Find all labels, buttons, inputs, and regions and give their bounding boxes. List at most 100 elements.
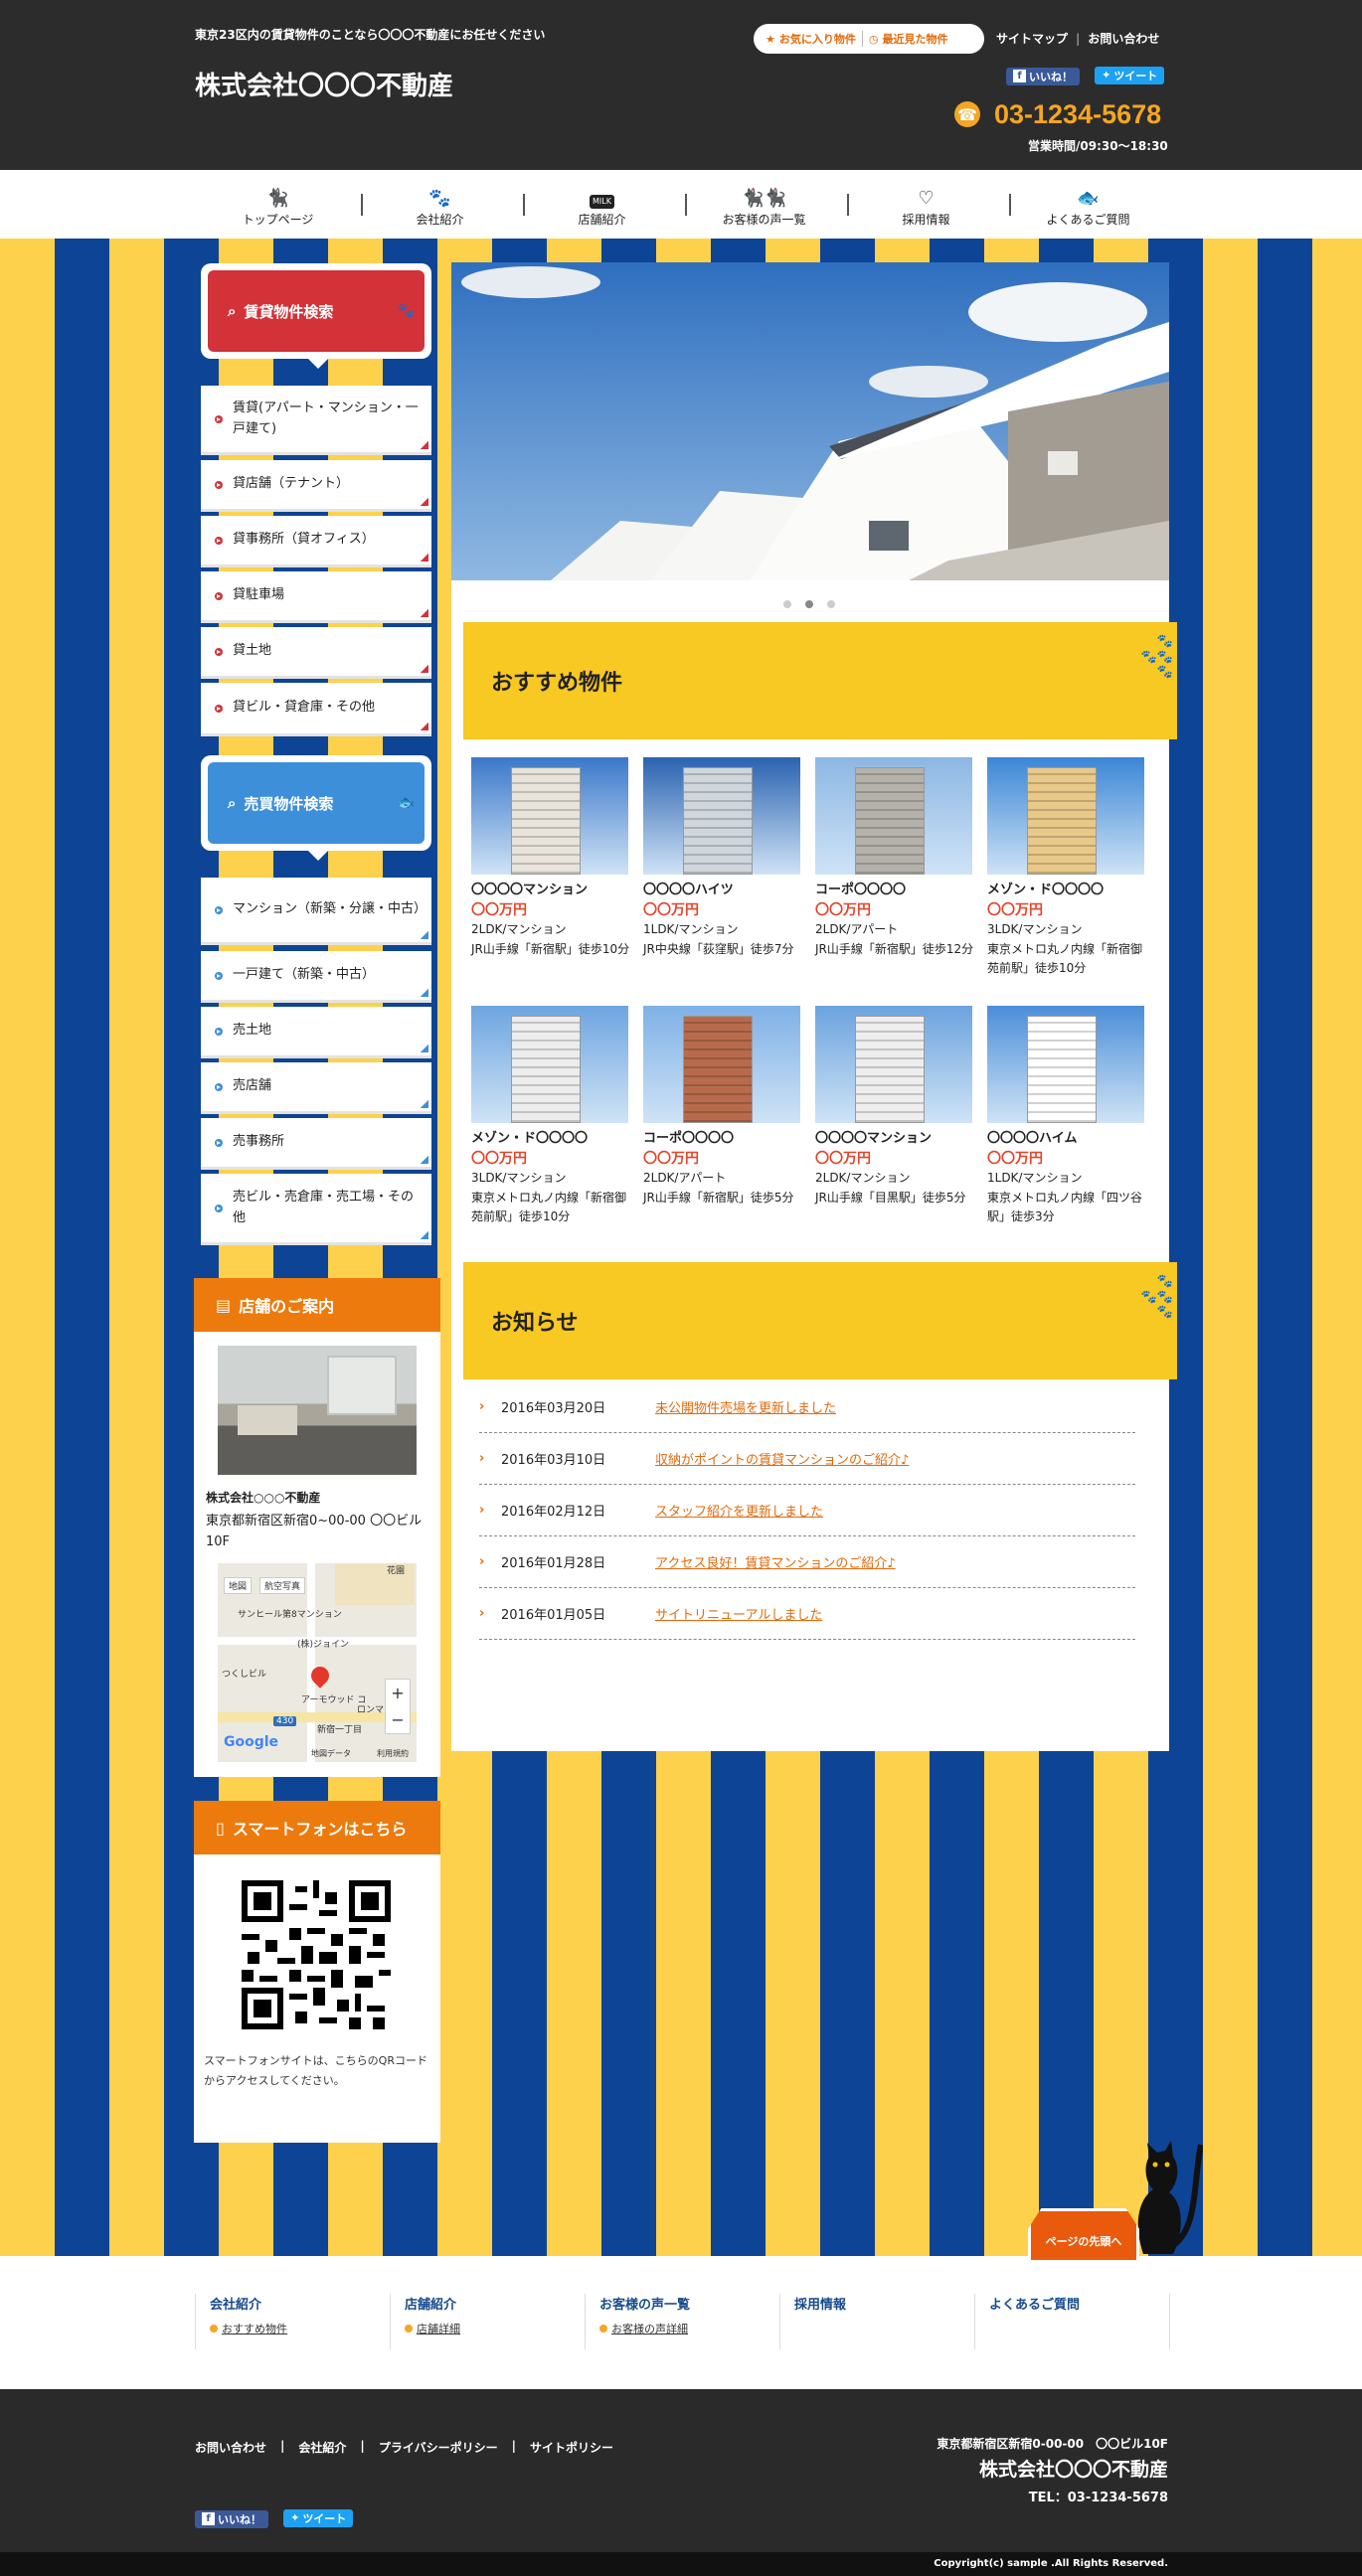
site-logo-title[interactable]: 株式会社〇〇〇不動産	[195, 66, 453, 102]
store-map[interactable]: 地図 航空写真 サンヒール第8マンション (株)ジョイン つくしビル アーモウッ…	[218, 1562, 417, 1762]
facebook-like-button[interactable]: f いいね！	[1006, 67, 1080, 85]
slider-dot-active[interactable]	[805, 600, 813, 608]
property-name[interactable]: コーポ〇〇〇〇	[643, 1129, 802, 1150]
property-name[interactable]: メゾン・ド〇〇〇〇	[987, 881, 1146, 901]
news-title-link[interactable]: 収納がポイントの賃貸マンションのご紹介♪	[655, 1449, 909, 1468]
property-card[interactable]: コーポ〇〇〇〇 〇〇万円 2LDK/アパート JR山手線「新宿駅」徒歩5分	[643, 1006, 802, 1208]
footer-nav-title[interactable]: お客様の声一覧	[599, 2294, 779, 2313]
property-photo[interactable]	[471, 1006, 628, 1123]
search-icon: ⌕	[228, 794, 237, 812]
rent-menu-item[interactable]: 貸事務所（貸オフィス）	[201, 516, 431, 567]
zoom-controls[interactable]: + −	[385, 1678, 411, 1734]
rent-menu-item[interactable]: 賃貸(アパート・マンション・一戸建て)	[201, 386, 431, 455]
nav-item-recruit[interactable]: ♡ 採用情報	[845, 176, 1007, 239]
store-info-box: ▤ 店舗のご案内 株式会社○○○不動産 東京都新宿区新宿0~00-00 〇〇ビル1…	[194, 1278, 440, 1777]
zoom-out-icon[interactable]: −	[386, 1706, 410, 1733]
property-name[interactable]: コーポ〇〇〇〇	[815, 881, 974, 901]
corner-mark-icon	[421, 1045, 428, 1052]
contact-link[interactable]: お問い合わせ	[1088, 32, 1159, 46]
news-title-link[interactable]: アクセス良好！賃貸マンションのご紹介♪	[655, 1552, 896, 1571]
property-card[interactable]: 〇〇〇〇ハイム 〇〇万円 1LDK/マンション 東京メトロ丸ノ内線「四ツ谷駅」徒歩3分	[987, 1006, 1146, 1226]
nav-item-faq[interactable]: 🐟 よくあるご質問	[1007, 176, 1169, 239]
fish-icon: 🐟	[397, 795, 415, 811]
chevron-right-icon: ›	[479, 1554, 485, 1569]
map-type-map[interactable]: 地図	[224, 1576, 253, 1594]
sale-menu-item[interactable]: 一戸建て（新築・中古）	[201, 951, 431, 1003]
page-top-button[interactable]: ページの先頭へ	[1028, 2208, 1139, 2260]
property-name[interactable]: 〇〇〇〇ハイツ	[643, 881, 802, 901]
property-photo[interactable]	[815, 1006, 972, 1123]
property-type: 1LDK/マンション	[987, 1171, 1083, 1186]
property-card[interactable]: 〇〇〇〇ハイツ 〇〇万円 1LDK/マンション JR中央線「荻窪駅」徒歩7分	[643, 757, 802, 959]
sale-menu-item[interactable]: 売店舗	[201, 1062, 431, 1114]
hero-slider[interactable]	[451, 262, 1169, 580]
heart-icon: ♡	[918, 188, 935, 209]
property-name[interactable]: 〇〇〇〇マンション	[471, 881, 630, 901]
property-photo[interactable]	[643, 757, 800, 875]
footer-nav-sublink[interactable]: お客様の声詳細	[599, 2321, 779, 2336]
property-photo[interactable]	[987, 1006, 1144, 1123]
property-photo[interactable]	[987, 757, 1144, 875]
property-card[interactable]: 〇〇〇〇マンション 〇〇万円 2LDK/マンション JR山手線「目黒駅」徒歩5分	[815, 1006, 974, 1208]
slider-dot[interactable]	[827, 600, 835, 608]
property-card[interactable]: コーポ〇〇〇〇 〇〇万円 2LDK/アパート JR山手線「新宿駅」徒歩12分	[815, 757, 974, 959]
tweet-button[interactable]: ✦ ツイート	[283, 2508, 354, 2527]
news-title-link[interactable]: サイトリニューアルしました	[655, 1604, 822, 1623]
star-icon: ★	[766, 32, 775, 46]
footer-nav-title[interactable]: 会社紹介	[210, 2294, 390, 2313]
facebook-like-button[interactable]: f いいね！	[195, 2509, 268, 2528]
main-content: おすすめ物件 🐾 🐾🐾 🐾 〇〇〇〇マンション 〇〇万円 2LDK/マンション JR山手線…	[451, 262, 1177, 1751]
map-terms-link[interactable]: 利用規約	[377, 1748, 409, 1759]
footer-nav-sublink[interactable]: おすすめ物件	[210, 2321, 390, 2336]
footer-link[interactable]: お問い合わせ	[195, 2439, 266, 2456]
sitemap-link[interactable]: サイトマップ	[996, 32, 1068, 46]
nav-item-voices[interactable]: 🐈‍⬛🐈‍⬛ お客様の声一覧	[683, 176, 845, 239]
favorites-link[interactable]: ★ お気に入り物件	[766, 31, 856, 47]
zoom-in-icon[interactable]: +	[386, 1680, 410, 1706]
arrow-bullet-icon	[215, 704, 223, 713]
slider-dot[interactable]	[783, 600, 791, 608]
map-type-satellite[interactable]: 航空写真	[259, 1576, 306, 1594]
footer-link[interactable]: 会社紹介	[298, 2439, 346, 2456]
tweet-button[interactable]: ✦ ツイート	[1095, 66, 1165, 84]
property-card[interactable]: メゾン・ド〇〇〇〇 〇〇万円 3LDK/マンション 東京メトロ丸ノ内線「新宿御苑前駅」…	[471, 1006, 630, 1226]
property-card[interactable]: 〇〇〇〇マンション 〇〇万円 2LDK/マンション JR山手線「新宿駅」徒歩10分	[471, 757, 630, 959]
property-type: 2LDK/アパート	[643, 1171, 727, 1186]
property-name[interactable]: 〇〇〇〇ハイム	[987, 1129, 1146, 1150]
nav-item-company[interactable]: 🐾 会社紹介	[359, 176, 521, 239]
route-badge: 430	[273, 1715, 297, 1726]
footer-nav-title[interactable]: 採用情報	[794, 2294, 974, 2313]
nav-item-store[interactable]: MILK 店舗紹介	[521, 176, 683, 239]
property-photo[interactable]	[471, 757, 628, 875]
recent-link[interactable]: ◷ 最近見た物件	[869, 31, 948, 47]
facebook-icon: f	[1013, 70, 1026, 82]
nav-item-top[interactable]: 🐈‍⬛ トップページ	[197, 176, 359, 239]
news-title-link[interactable]: スタッフ紹介を更新しました	[655, 1501, 823, 1520]
footer-nav-sublink[interactable]: 店舗詳細	[405, 2321, 585, 2336]
footer-link[interactable]: プライバシーポリシー	[379, 2439, 498, 2456]
sale-menu-item[interactable]: 売事務所	[201, 1118, 431, 1170]
property-photo[interactable]	[815, 757, 972, 875]
property-photo[interactable]	[643, 1006, 800, 1123]
footer-nav-title[interactable]: 店舗紹介	[405, 2294, 585, 2313]
property-access: JR中央線「荻窪駅」徒歩7分	[643, 941, 794, 956]
rent-menu-item[interactable]: 貸駐車場	[201, 571, 431, 623]
property-name[interactable]: メゾン・ド〇〇〇〇	[471, 1129, 630, 1150]
sale-menu-item[interactable]: 売土地	[201, 1007, 431, 1058]
rent-menu-item[interactable]: 貸ビル・貸倉庫・その他	[201, 683, 431, 736]
property-card[interactable]: メゾン・ド〇〇〇〇 〇〇万円 3LDK/マンション 東京メトロ丸ノ内線「新宿御苑前駅」…	[987, 757, 1146, 978]
rent-menu-item[interactable]: 貸店舗（テナント）	[201, 460, 431, 512]
footer-nav-title[interactable]: よくあるご質問	[989, 2294, 1169, 2313]
property-name[interactable]: 〇〇〇〇マンション	[815, 1129, 974, 1150]
property-access: 東京メトロ丸ノ内線「新宿御苑前駅」徒歩10分	[987, 941, 1143, 975]
sale-menu-item[interactable]: 売ビル・売倉庫・売工場・その他	[201, 1174, 431, 1245]
sale-menu-item[interactable]: マンション（新築・分譲・中古）	[201, 878, 431, 945]
divider: |	[280, 2439, 285, 2453]
footer-link[interactable]: サイトポリシー	[530, 2439, 613, 2456]
property-type: 2LDK/マンション	[815, 1171, 911, 1186]
map-data-label: 地図データ	[311, 1748, 351, 1758]
rent-menu-item[interactable]: 貸土地	[201, 627, 431, 679]
corner-mark-icon	[421, 1156, 428, 1164]
news-title-link[interactable]: 未公開物件売場を更新しました	[655, 1397, 836, 1416]
phone-number[interactable]: 03-1234-5678	[994, 99, 1161, 130]
